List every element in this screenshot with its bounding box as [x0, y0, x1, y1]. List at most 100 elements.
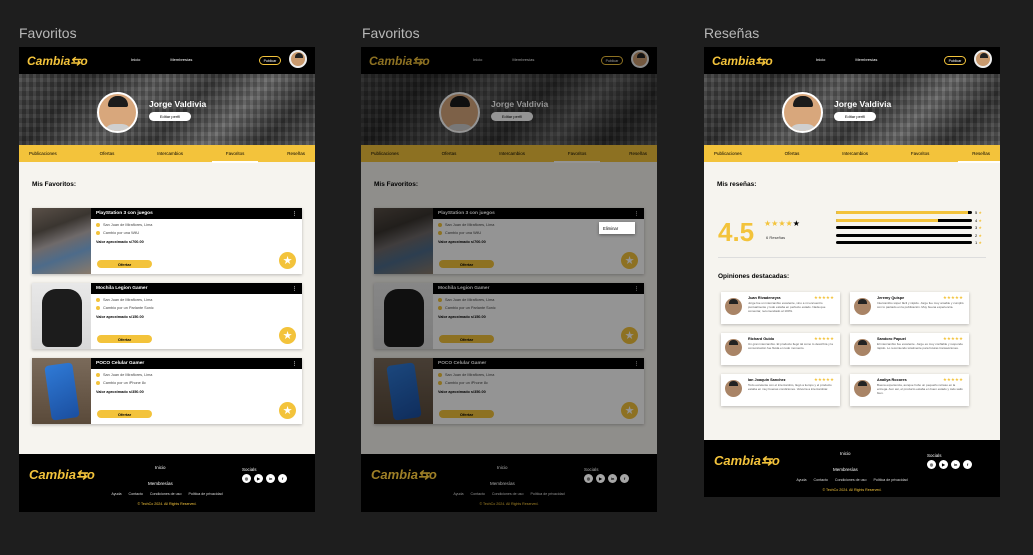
footer-membresias[interactable]: Membresías: [833, 467, 858, 472]
instagram-icon[interactable]: ◎: [242, 474, 251, 483]
favorite-card[interactable]: PlayStation 3 con juegos ⋮ San Juan de Mi…: [32, 208, 302, 274]
linkedin-icon[interactable]: in: [266, 474, 275, 483]
footer-link-contacto[interactable]: Contacto: [470, 492, 484, 496]
location-icon: [438, 298, 442, 302]
instagram-icon[interactable]: ◎: [927, 460, 936, 469]
footer-link-privacidad[interactable]: Política de privacidad: [873, 478, 907, 482]
favorite-star-icon[interactable]: ★: [279, 252, 296, 269]
tab-intercambios[interactable]: Intercambios: [842, 147, 868, 160]
publicar-button[interactable]: Publicar: [601, 56, 623, 65]
favorite-card[interactable]: PlayStation 3 con juegos ⋮ San Juan de Mi…: [374, 208, 644, 274]
kebab-menu-icon[interactable]: ⋮: [292, 211, 297, 217]
tab-resenas[interactable]: Reseñas: [629, 147, 647, 160]
facebook-icon[interactable]: f: [278, 474, 287, 483]
edit-profile-button[interactable]: Editar perfil: [834, 112, 876, 121]
tab-favoritos[interactable]: Favoritos: [554, 147, 600, 163]
kebab-menu-icon[interactable]: ⋮: [634, 286, 639, 292]
favorite-star-icon[interactable]: ★: [279, 402, 296, 419]
footer-link-privacidad[interactable]: Política de privacidad: [188, 492, 222, 496]
favorite-card[interactable]: Mochila Legion Gamer ⋮ San Juan de Mirafl…: [374, 283, 644, 349]
publicar-button[interactable]: Publicar: [944, 56, 966, 65]
frame-label-favoritos-1: Favoritos: [19, 25, 77, 41]
eliminar-menu-item[interactable]: Eliminar: [599, 222, 635, 234]
ofertar-button[interactable]: Ofertar: [97, 410, 152, 418]
ofertar-button[interactable]: Ofertar: [97, 335, 152, 343]
footer-inicio[interactable]: Inicio: [840, 451, 851, 456]
nav-membresias[interactable]: Membresías: [170, 57, 192, 62]
youtube-icon[interactable]: ▶: [596, 474, 605, 483]
footer-link-contacto[interactable]: Contacto: [813, 478, 827, 482]
footer-inicio[interactable]: Inicio: [155, 465, 166, 470]
footer-membresias[interactable]: Membresías: [148, 481, 173, 486]
footer-link-ayuda[interactable]: Ayuda: [111, 492, 121, 496]
review-text: Un gran intercambio. El producto llegó t…: [748, 343, 833, 350]
kebab-menu-icon[interactable]: ⋮: [634, 211, 639, 217]
ofertar-button[interactable]: Ofertar: [439, 335, 494, 343]
nav-inicio[interactable]: Inicio: [473, 57, 482, 62]
footer-link-ayuda[interactable]: Ayuda: [796, 478, 806, 482]
footer-link-privacidad[interactable]: Política de privacidad: [530, 492, 564, 496]
edit-profile-button[interactable]: Editar perfil: [491, 112, 533, 121]
favorite-star-icon[interactable]: ★: [621, 402, 638, 419]
kebab-menu-icon[interactable]: ⋮: [292, 361, 297, 367]
footer-link-condiciones[interactable]: Condiciones de uso: [835, 478, 867, 482]
logo[interactable]: Cambia⇆o: [27, 54, 88, 68]
logo[interactable]: Cambia⇆o: [369, 54, 430, 68]
nav-avatar[interactable]: [289, 50, 307, 68]
footer-socials-title: Socials: [584, 467, 599, 472]
footer-link-contacto[interactable]: Contacto: [128, 492, 142, 496]
tab-publicaciones[interactable]: Publicaciones: [714, 147, 742, 160]
instagram-icon[interactable]: ◎: [584, 474, 593, 483]
tab-intercambios[interactable]: Intercambios: [157, 147, 183, 160]
linkedin-icon[interactable]: in: [608, 474, 617, 483]
footer-logo[interactable]: Cambia⇆o: [371, 467, 437, 483]
favorite-star-icon[interactable]: ★: [621, 252, 638, 269]
card-exchange: Cambio por un Parlante Sonic: [445, 306, 496, 310]
linkedin-icon[interactable]: in: [951, 460, 960, 469]
footer-logo[interactable]: Cambia⇆o: [29, 467, 95, 483]
favorite-card[interactable]: Mochila Legion Gamer ⋮ San Juan de Mirafl…: [32, 283, 302, 349]
favorite-card[interactable]: POCO Celular Gamer ⋮ San Juan de Miraflor…: [374, 358, 644, 424]
rating-bar-label: 1: [975, 240, 978, 246]
favorite-card[interactable]: POCO Celular Gamer ⋮ San Juan de Miraflor…: [32, 358, 302, 424]
footer-link-condiciones[interactable]: Condiciones de uso: [150, 492, 182, 496]
tab-ofertas[interactable]: Ofertas: [100, 147, 115, 160]
favorite-star-icon[interactable]: ★: [621, 327, 638, 344]
favorite-star-icon[interactable]: ★: [279, 327, 296, 344]
nav-membresias[interactable]: Membresías: [855, 57, 877, 62]
tab-favoritos[interactable]: Favoritos: [911, 147, 930, 160]
ofertar-button[interactable]: Ofertar: [439, 260, 494, 268]
ofertar-button[interactable]: Ofertar: [97, 260, 152, 268]
youtube-icon[interactable]: ▶: [254, 474, 263, 483]
edit-profile-button[interactable]: Editar perfil: [149, 112, 191, 121]
tab-publicaciones[interactable]: Publicaciones: [29, 147, 57, 160]
nav-avatar[interactable]: [974, 50, 992, 68]
nav-membresias[interactable]: Membresías: [512, 57, 534, 62]
publicar-button[interactable]: Publicar: [259, 56, 281, 65]
facebook-icon[interactable]: f: [620, 474, 629, 483]
profile-tabs: Publicaciones Ofertas Intercambios Favor…: [19, 145, 315, 163]
nav-inicio[interactable]: Inicio: [131, 57, 140, 62]
kebab-menu-icon[interactable]: ⋮: [634, 361, 639, 367]
youtube-icon[interactable]: ▶: [939, 460, 948, 469]
tab-favoritos[interactable]: Favoritos: [212, 147, 258, 163]
tab-ofertas[interactable]: Ofertas: [442, 147, 457, 160]
ofertar-button[interactable]: Ofertar: [439, 410, 494, 418]
facebook-icon[interactable]: f: [963, 460, 972, 469]
kebab-menu-icon[interactable]: ⋮: [292, 286, 297, 292]
card-title: Mochila Legion Gamer: [438, 286, 490, 291]
footer-link-condiciones[interactable]: Condiciones de uso: [492, 492, 524, 496]
tab-publicaciones[interactable]: Publicaciones: [371, 147, 399, 160]
tab-resenas[interactable]: Reseñas: [958, 147, 1000, 163]
tab-resenas[interactable]: Reseñas: [287, 147, 305, 160]
tab-intercambios[interactable]: Intercambios: [499, 147, 525, 160]
footer-inicio[interactable]: Inicio: [497, 465, 508, 470]
footer-logo[interactable]: Cambia⇆o: [714, 453, 780, 469]
footer-link-ayuda[interactable]: Ayuda: [453, 492, 463, 496]
review-card: Richard Guido ★★★★★ Un gran intercambio.…: [721, 333, 840, 365]
nav-inicio[interactable]: Inicio: [816, 57, 825, 62]
logo[interactable]: Cambia⇆o: [712, 54, 773, 68]
tab-ofertas[interactable]: Ofertas: [785, 147, 800, 160]
nav-avatar[interactable]: [631, 50, 649, 68]
footer-membresias[interactable]: Membresías: [490, 481, 515, 486]
